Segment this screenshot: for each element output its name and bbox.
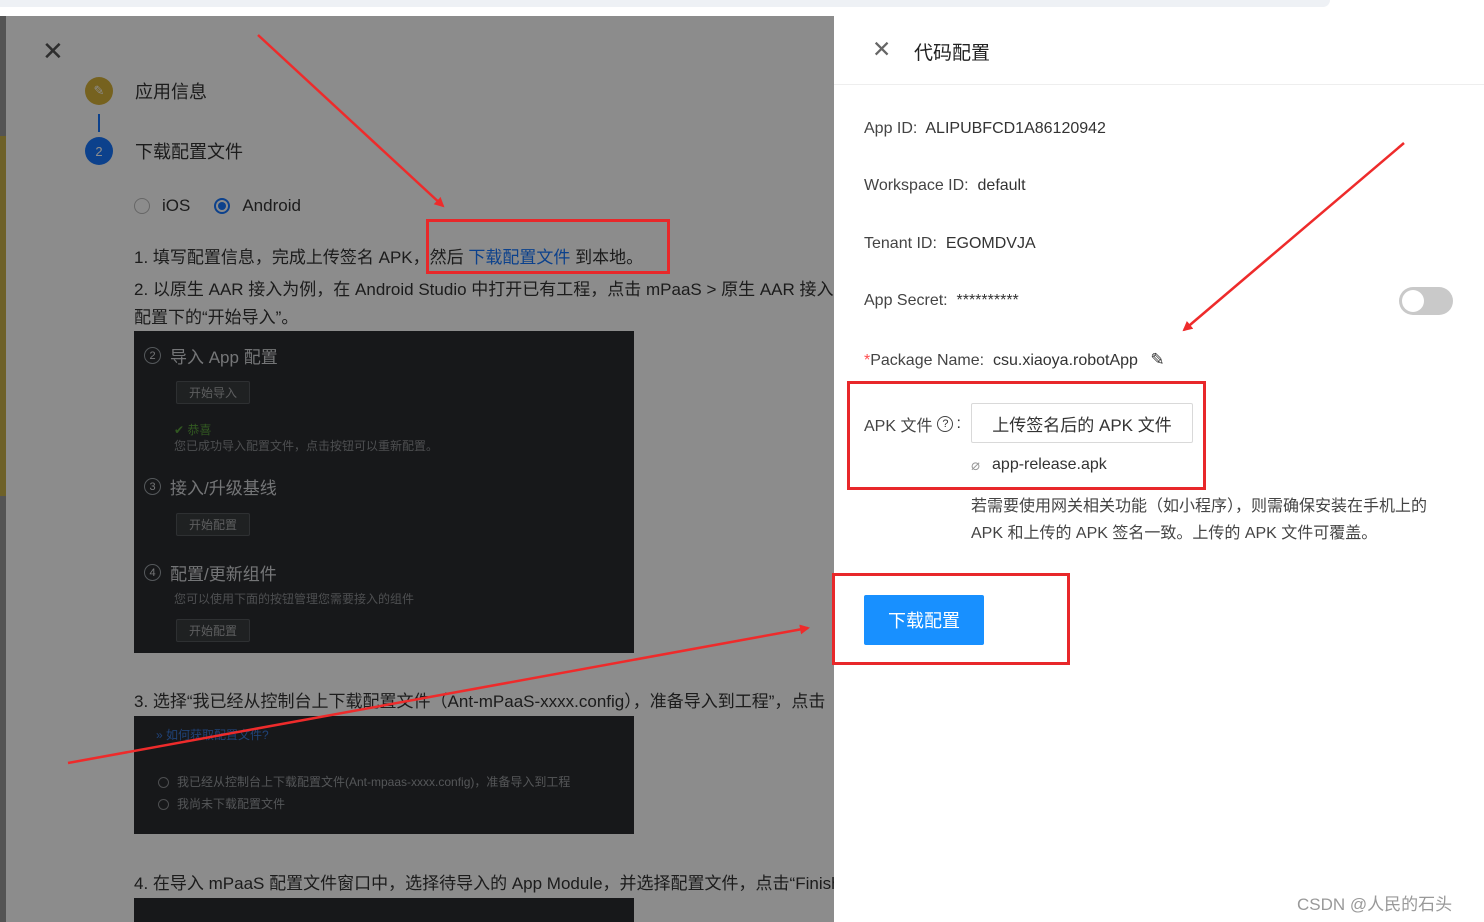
- app-id-value: ALIPUBFCD1A86120942: [925, 120, 1106, 137]
- annotation-box-download-link: [426, 219, 670, 274]
- field-label: App Secret:: [864, 292, 948, 309]
- app-secret-value: **********: [957, 292, 1019, 309]
- tenant-id-value: EGOMDVJA: [946, 235, 1036, 252]
- drawer-title: 代码配置: [914, 38, 990, 65]
- package-name-row: *Package Name: csu.xiaoya.robotApp ✎: [864, 350, 1165, 370]
- field-label: Tenant ID:: [864, 235, 937, 252]
- field-label: Workspace ID:: [864, 177, 969, 194]
- drawer-header: ✕ 代码配置: [834, 16, 1484, 85]
- field-label: App ID:: [864, 120, 917, 137]
- annotation-box-apk-upload: [847, 381, 1206, 490]
- workspace-id-value: default: [978, 177, 1026, 194]
- package-name-value: csu.xiaoya.robotApp: [993, 352, 1138, 369]
- workspace-id-row: Workspace ID: default: [864, 177, 1026, 195]
- app-id-row: App ID: ALIPUBFCD1A86120942: [864, 120, 1106, 138]
- apk-note: 若需要使用网关相关功能（如小程序），则需确保安装在手机上的 APK 和上传的 A…: [971, 493, 1461, 547]
- field-label: Package Name:: [870, 352, 984, 369]
- watermark: CSDN @人民的石头: [1297, 890, 1452, 915]
- tenant-id-row: Tenant ID: EGOMDVJA: [864, 235, 1036, 253]
- modal-mask[interactable]: [0, 16, 834, 922]
- show-secret-toggle[interactable]: [1399, 287, 1453, 315]
- app-secret-row: App Secret: **********: [864, 292, 1019, 310]
- browser-top-bar: [0, 0, 1484, 16]
- annotation-box-download-button: [832, 573, 1070, 665]
- edit-icon[interactable]: ✎: [1150, 350, 1164, 369]
- drawer-close-icon[interactable]: ✕: [872, 38, 891, 61]
- toggle-knob: [1402, 290, 1424, 312]
- address-bar[interactable]: [0, 0, 1330, 7]
